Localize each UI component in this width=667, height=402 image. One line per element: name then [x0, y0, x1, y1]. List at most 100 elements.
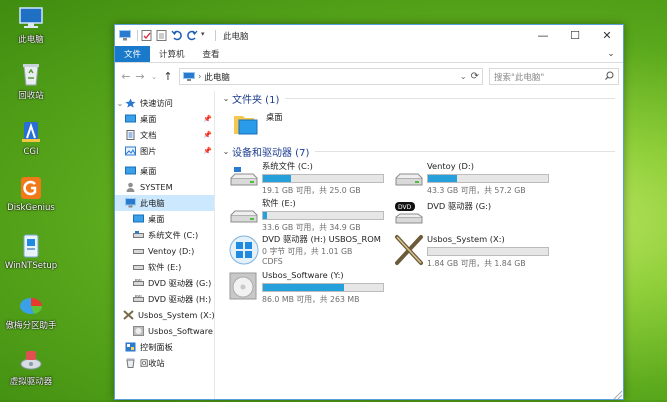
drive-size: 19.1 GB 可用，共 25.0 GB [262, 186, 361, 195]
drive-size: 1.84 GB 可用，共 1.84 GB [427, 259, 526, 268]
breadcrumb[interactable]: 此电脑 [204, 71, 230, 83]
drive-item-g[interactable]: DVD DVD 驱动器 (G:) [393, 198, 558, 232]
tab-view[interactable]: 查看 [194, 46, 229, 62]
desktop-icon-diskgenius[interactable]: DiskGenius [4, 176, 58, 213]
chevron-down-icon: ⌄ [151, 72, 157, 81]
drive-usage-bar [262, 283, 384, 292]
drive-usage-fill [263, 175, 292, 182]
nav-item-desktop-root[interactable]: 桌面 [115, 163, 214, 179]
resize-grip-icon[interactable] [611, 389, 623, 400]
svg-text:DVD: DVD [135, 278, 142, 282]
search-icon [605, 71, 614, 83]
desktop-icon-partition-assistant[interactable]: 傲梅分区助手 [4, 292, 58, 331]
system-drive-icon [228, 161, 260, 193]
computer-icon [125, 198, 136, 208]
tab-computer[interactable]: 计算机 [150, 46, 194, 62]
address-bar[interactable]: › 此电脑 ⌄ ⟳ [179, 68, 483, 85]
desktop-icon-winntsetup[interactable]: WinNTSetup [4, 234, 58, 271]
ribbon-tabs: 文件 计算机 查看 ⌄ [115, 46, 623, 63]
refresh-icon[interactable]: ⟳ [471, 71, 479, 82]
divider [137, 30, 138, 41]
drive-name: Usbos_Software (Y:) [262, 270, 344, 280]
nav-item-drive-x[interactable]: Usbos_System (X:) [115, 307, 214, 323]
undo-icon[interactable] [171, 30, 183, 41]
navigation-bar: ← → ⌄ ↑ › 此电脑 ⌄ ⟳ 搜索"此电脑" [115, 63, 623, 90]
desktop-icon-this-pc[interactable]: 此电脑 [4, 6, 58, 45]
nav-item-quick-access[interactable]: ⌄ 快速访问 [115, 95, 214, 111]
drive-item-d[interactable]: Ventoy (D:) 43.3 GB 可用，共 57.2 GB [393, 161, 558, 195]
drive-usage-bar [427, 174, 549, 183]
minimize-button[interactable]: — [527, 25, 559, 46]
disc-icon [133, 326, 144, 336]
desktop-icon-cgi[interactable]: CGI [4, 120, 58, 157]
nav-item-this-pc[interactable]: 此电脑 [115, 195, 214, 211]
pictures-icon [125, 146, 136, 156]
pin-icon: 📌 [203, 131, 212, 139]
close-icon: ✕ [602, 29, 612, 42]
folder-item-desktop[interactable]: 桌面 [232, 109, 312, 143]
nav-item-recycle-bin[interactable]: 回收站 [115, 355, 214, 371]
partition-assistant-icon [18, 292, 44, 316]
nav-item-documents[interactable]: 文档 📌 [115, 127, 214, 143]
nav-item-desktop-pinned[interactable]: 桌面 📌 [115, 111, 214, 127]
nav-item-pictures[interactable]: 图片 📌 [115, 143, 214, 159]
svg-text:DVD: DVD [398, 204, 412, 211]
desktop-icon [125, 114, 136, 124]
explorer-window: ▾ 此电脑 — ☐ ✕ 文件 计算机 查看 ⌄ ← → ⌄ ↑ › 此电脑 ⌄ … [114, 24, 624, 400]
drive-item-y[interactable]: Usbos_Software (Y:) 86.0 MB 可用，共 263 MB [228, 270, 393, 304]
maximize-icon: ☐ [570, 29, 580, 42]
usbos-rom-icon [228, 234, 260, 266]
nav-item-drive-g[interactable]: DVD DVD 驱动器 (G:) [115, 275, 214, 291]
chevron-down-icon[interactable]: ▾ [201, 30, 209, 41]
chevron-down-icon[interactable]: ⌄ [220, 94, 232, 103]
recycle-bin-icon [18, 62, 44, 86]
recent-locations-button[interactable]: ⌄ [147, 73, 161, 81]
system-drive-icon [133, 230, 144, 240]
nav-item-drive-y[interactable]: Usbos_Software [115, 323, 214, 339]
drive-icon [228, 198, 260, 230]
desktop-icon-virtual-drive[interactable]: 虚拟驱动器 [4, 348, 58, 387]
new-folder-icon[interactable] [156, 30, 168, 41]
back-button[interactable]: ← [119, 70, 133, 83]
nav-item-drive-c[interactable]: 系统文件 (C:) [115, 227, 214, 243]
expand-ribbon-button[interactable]: ⌄ [599, 46, 623, 62]
nav-item-system-user[interactable]: SYSTEM [115, 179, 214, 195]
search-input[interactable]: 搜索"此电脑" [489, 68, 619, 85]
svg-text:DVD: DVD [135, 294, 142, 298]
group-header-drives[interactable]: ⌄ 设备和驱动器 (7) [220, 143, 623, 159]
dvd-drive-icon: DVD [133, 294, 144, 304]
title-bar: ▾ 此电脑 — ☐ ✕ [115, 25, 623, 46]
nav-item-this-pc-desktop[interactable]: 桌面 [115, 211, 214, 227]
nav-item-drive-e[interactable]: 软件 (E:) [115, 259, 214, 275]
drive-item-h[interactable]: DVD 驱动器 (H:) USBOS_ROM 0 字节 可用，共 1.01 GB… [228, 234, 393, 272]
divider [215, 30, 216, 41]
desktop-icon [125, 166, 136, 176]
drive-icon [133, 246, 144, 256]
nav-item-control-panel[interactable]: 控制面板 [115, 339, 214, 355]
drive-size: 43.3 GB 可用，共 57.2 GB [427, 186, 526, 195]
nav-item-drive-d[interactable]: Ventoy (D:) [115, 243, 214, 259]
pin-icon: 📌 [203, 115, 212, 123]
tab-file[interactable]: 文件 [115, 46, 151, 62]
maximize-button[interactable]: ☐ [559, 25, 591, 46]
properties-icon[interactable] [141, 30, 153, 41]
up-button[interactable]: ↑ [161, 70, 175, 83]
drive-size: 33.6 GB 可用，共 34.9 GB [262, 223, 361, 232]
nav-item-drive-h[interactable]: DVD DVD 驱动器 (H:) [115, 291, 214, 307]
drive-item-e[interactable]: 软件 (E:) 33.6 GB 可用，共 34.9 GB [228, 198, 393, 232]
x-drive-icon [123, 310, 134, 320]
computer-icon[interactable] [119, 30, 131, 41]
group-header-folders[interactable]: ⌄ 文件夹 (1) [220, 90, 623, 106]
drive-item-c[interactable]: 系统文件 (C:) 19.1 GB 可用，共 25.0 GB [228, 161, 393, 195]
chevron-down-icon[interactable]: ⌄ [220, 147, 232, 156]
close-button[interactable]: ✕ [591, 25, 623, 46]
chevron-down-icon[interactable]: ⌄ [115, 99, 125, 108]
desktop-icon-recycle-bin[interactable]: 回收站 [4, 62, 58, 101]
drive-size: 0 字节 可用，共 1.01 GB [262, 247, 353, 256]
pin-icon: 📌 [203, 147, 212, 155]
forward-button[interactable]: → [133, 70, 147, 83]
drive-item-x[interactable]: Usbos_System (X:) 1.84 GB 可用，共 1.84 GB [393, 234, 558, 268]
redo-icon[interactable] [186, 30, 198, 41]
chevron-down-icon[interactable]: ⌄ [460, 72, 467, 81]
desktop-icon [133, 214, 144, 224]
